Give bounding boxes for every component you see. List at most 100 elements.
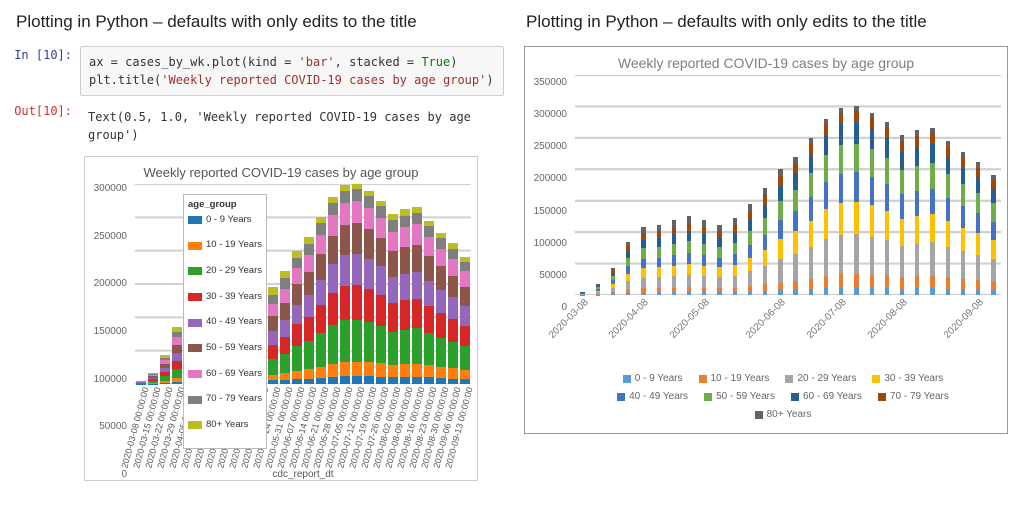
bar (172, 327, 182, 384)
bar-segment (915, 216, 919, 244)
code-text: plt.title( (89, 73, 161, 87)
bar-segment (793, 190, 797, 211)
legend-label: 60 - 69 Years (803, 389, 862, 405)
bar-segment (268, 345, 278, 359)
bar-segment (763, 218, 767, 234)
bar-segment (824, 239, 828, 275)
plot-area: age_group 0 - 9 Years10 - 19 Years20 - 2… (135, 184, 471, 384)
x-tick-label: 2020-06-08 (744, 297, 788, 341)
bar-segment (778, 283, 782, 291)
bar-segment (793, 163, 797, 173)
bar-segment (304, 237, 314, 244)
y-axis: 300000250000200000150000100000500000 (87, 183, 127, 480)
bar-segment (304, 244, 314, 255)
bar-segment (328, 215, 338, 236)
code-text: , stacked = (335, 55, 422, 69)
legend-swatch (188, 370, 202, 378)
bar-segment (340, 362, 350, 376)
bar-segment (854, 144, 858, 173)
y-tick-label: 300000 (534, 109, 567, 120)
bar (717, 225, 721, 295)
heading-right: Plotting in Python – defaults with only … (526, 12, 1014, 32)
bar-segment (900, 170, 904, 195)
bar-segment (946, 198, 950, 222)
legend-swatch (878, 393, 886, 401)
bar (687, 216, 691, 295)
bar-segment (304, 369, 314, 378)
bar-segment (915, 166, 919, 191)
bar-segment (824, 182, 828, 209)
bar-segment (900, 194, 904, 219)
bar-segment (748, 258, 752, 271)
bar-segment (460, 262, 470, 271)
bar-segment (340, 255, 350, 286)
bar-segment (778, 220, 782, 239)
code-block[interactable]: ax = cases_by_wk.plot(kind = 'bar', stac… (80, 46, 504, 96)
bar-segment (763, 284, 767, 291)
bar-segment (657, 258, 661, 268)
bar-segment (900, 246, 904, 277)
bar-segment (870, 129, 874, 149)
bar-segment (778, 239, 782, 259)
bar-segment (424, 365, 434, 377)
gridlines (575, 75, 1001, 295)
bar-segment (854, 274, 858, 288)
bar-segment (400, 216, 410, 227)
bar (733, 218, 737, 295)
bar-segment (702, 234, 706, 244)
bar-segment (641, 233, 645, 240)
bar-segment (976, 213, 980, 233)
bar-segment (448, 276, 458, 298)
bar-segment (870, 288, 874, 295)
bar-segment (412, 299, 422, 329)
bar-segment (352, 376, 362, 384)
legend-label: 30 - 39 Years (884, 371, 943, 387)
bar (672, 220, 676, 295)
bar-segment (915, 288, 919, 295)
bar-segment (376, 238, 386, 266)
bar-segment (328, 264, 338, 293)
y-tick-label: 50000 (539, 270, 567, 281)
bar-segment (885, 138, 889, 157)
bar-segment (641, 240, 645, 249)
bar-segment (400, 377, 410, 384)
bar (364, 191, 374, 384)
bar-segment (672, 234, 676, 244)
bar (626, 242, 630, 295)
bar-segment (424, 333, 434, 365)
x-tick-label: 2020-07-08 (805, 297, 849, 341)
bar-segment (340, 286, 350, 320)
bar-segment (946, 221, 950, 247)
bar-segment (424, 237, 434, 256)
bar-segment (824, 124, 828, 135)
bar-segment (976, 233, 980, 255)
bar (946, 141, 950, 295)
bar-segment (824, 276, 828, 288)
bar-segment (885, 184, 889, 211)
bar (976, 162, 980, 295)
code-keyword: True (421, 55, 450, 69)
bar-segment (364, 229, 374, 259)
bar (160, 355, 170, 384)
bar-segment (793, 281, 797, 290)
bar (870, 113, 874, 295)
bar (961, 152, 965, 295)
code-text: ax = cases_by_wk.plot(kind = (89, 55, 299, 69)
bar-segment (930, 163, 934, 188)
bar-segment (412, 377, 422, 384)
bar-segment (915, 136, 919, 147)
bar-segment (316, 305, 326, 333)
bar-segment (340, 225, 350, 255)
legend: 0 - 9 Years10 - 19 Years20 - 29 Years30 … (575, 371, 991, 425)
bar (702, 220, 706, 295)
bar-segment (268, 359, 278, 375)
bar-segment (376, 218, 386, 239)
bar-segment (388, 251, 398, 277)
bar (809, 138, 813, 295)
bar-segment (316, 280, 326, 305)
bar-segment (870, 177, 874, 205)
y-tick-label: 50000 (99, 421, 127, 432)
bar (148, 373, 158, 384)
in-prompt: In [10]: (14, 46, 80, 96)
bar-segment (854, 172, 858, 201)
